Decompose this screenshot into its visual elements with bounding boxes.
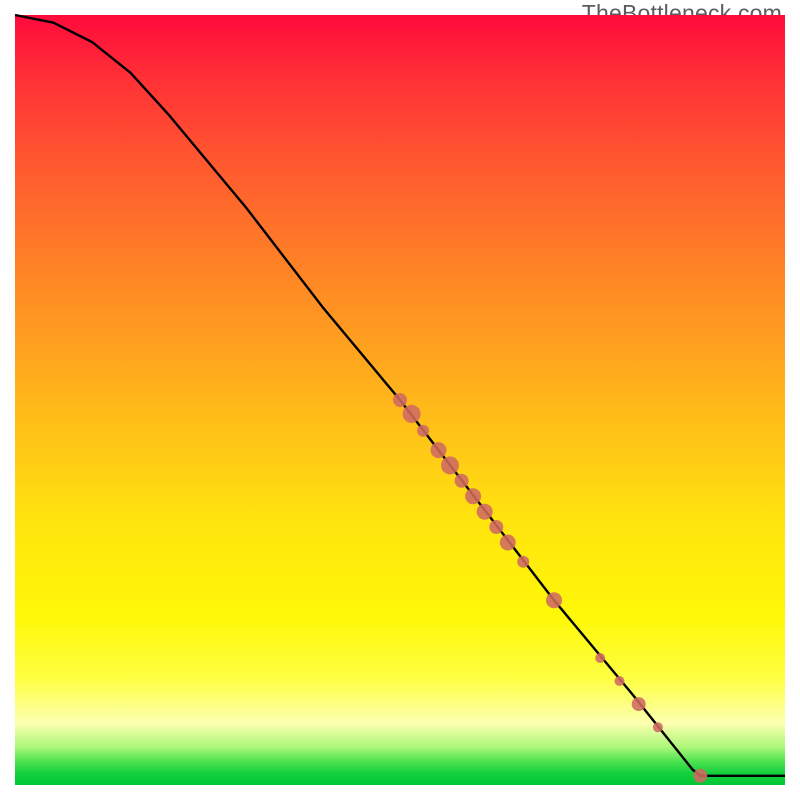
chart-container: TheBottleneck.com [0,0,800,800]
data-point [477,504,493,520]
data-point [546,592,562,608]
data-point [417,425,429,437]
data-point [403,405,421,423]
data-point [489,520,503,534]
data-point [693,769,707,783]
data-point [615,676,625,686]
data-point [500,535,516,551]
data-point [632,697,646,711]
data-point [441,456,459,474]
data-point [455,474,469,488]
chart-svg [15,15,785,785]
data-point [595,653,605,663]
data-point [517,556,529,568]
data-point [465,488,481,504]
plot-area [15,15,785,785]
data-point [431,442,447,458]
data-point [393,393,407,407]
data-points [393,393,707,783]
data-point [653,722,663,732]
